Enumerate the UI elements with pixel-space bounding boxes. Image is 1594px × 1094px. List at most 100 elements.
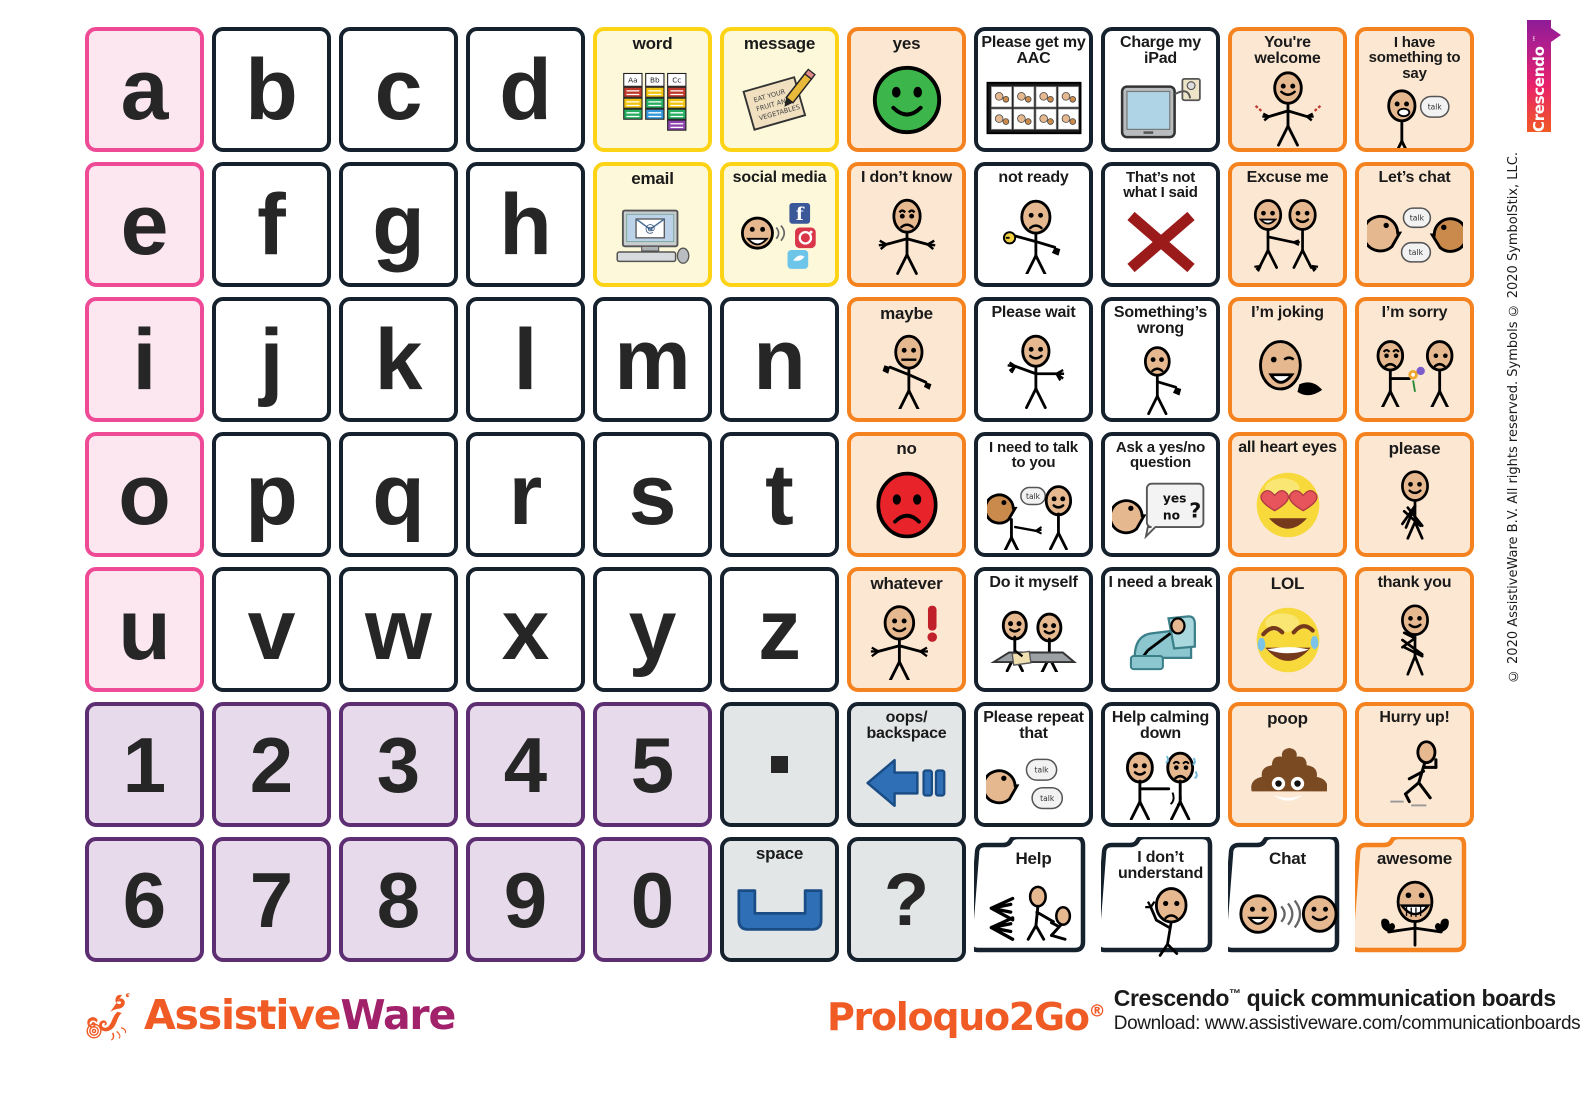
cell-caption: all heart eyes (1238, 439, 1337, 456)
board-cell-red-cross-icon[interactable]: That’s not what I said (1101, 162, 1220, 287)
board-cell-letter-h[interactable]: h (466, 162, 585, 287)
person-thank-you-icon (1359, 591, 1470, 688)
board-cell-letter-o[interactable]: o (85, 432, 204, 557)
board-cell-number-4[interactable]: 4 (466, 702, 585, 827)
board-cell-person-confused-icon[interactable]: I don’t understand (1094, 834, 1220, 962)
board-cell-letter-t[interactable]: t (720, 432, 839, 557)
board-cell-yes-no-question-bubble-icon[interactable]: Ask a yes/no question yes no? (1101, 432, 1220, 557)
board-cell-letter-i[interactable]: i (85, 297, 204, 422)
board-cell-person-two-thumbs-up-icon[interactable]: awesome (1348, 834, 1474, 962)
trademark-mark: ™ (1229, 986, 1241, 1001)
board-cell-letter-l[interactable]: l (466, 297, 585, 422)
board-cell-person-writing-table-icon[interactable]: Do it myself (974, 567, 1093, 692)
board-cell-number-9[interactable]: 9 (466, 837, 585, 962)
board-cell-two-faces-talking-icon[interactable]: Chat (1221, 834, 1347, 962)
board-cell-letter-g[interactable]: g (339, 162, 458, 287)
letter-x: x (501, 581, 550, 678)
board-cell-number-3[interactable]: 3 (339, 702, 458, 827)
board-cell-laughing-tears-emoji-icon[interactable]: LOL (1228, 567, 1347, 692)
board-cell-two-faces-chatting-icon[interactable]: Let’s chat talk talk (1355, 162, 1474, 287)
person-thumb-down-sad-icon (1105, 338, 1216, 418)
board-cell-number-8[interactable]: 8 (339, 837, 458, 962)
board-cell-person-thank-you-icon[interactable]: thank you (1355, 567, 1474, 692)
person-talk-bubble-icon: talk (1359, 81, 1470, 148)
board-cell-person-offering-flower-icon[interactable]: I’m sorry (1355, 297, 1474, 422)
board-cell-person-winking-icon[interactable]: I’m joking (1228, 297, 1347, 422)
board-cell-social-media-icons[interactable]: social media f (720, 162, 839, 287)
board-cell-word-cards-icon[interactable]: word Aa Bb Cc (593, 27, 712, 152)
red-cross-icon (1105, 201, 1216, 283)
board-cell-letter-x[interactable]: x (466, 567, 585, 692)
board-cell-person-running-icon[interactable]: Hurry up! (1355, 702, 1474, 827)
board-cell-letter-j[interactable]: j (212, 297, 331, 422)
board-cell-spacebar-icon[interactable]: space (720, 837, 839, 962)
board-cell-helping-hands-icon[interactable]: Help (967, 834, 1093, 962)
board-cell-person-thumb-down-sad-icon[interactable]: Something’s wrong (1101, 297, 1220, 422)
board-cell-two-people-comforting-icon[interactable]: Help calming down (1101, 702, 1220, 827)
board-cell-computer-envelope-icon[interactable]: email @ (593, 162, 712, 287)
cell-caption: awesome (1376, 849, 1453, 868)
svg-text:yes: yes (1162, 491, 1186, 505)
board-cell-person-unsure-icon[interactable]: I don’t know (847, 162, 966, 287)
board-cell-number-5[interactable]: 5 (593, 702, 712, 827)
board-cell-letter-e[interactable]: e (85, 162, 204, 287)
board-cell-person-in-recliner-icon[interactable]: I need a break (1101, 567, 1220, 692)
board-cell-person-hands-up-icon[interactable]: Please wait (974, 297, 1093, 422)
cell-caption: You're welcome (1254, 34, 1321, 68)
svg-text:Cc: Cc (672, 76, 681, 85)
poop-emoji-icon (1232, 727, 1343, 823)
board-cell-heart-eyes-emoji-icon[interactable]: all heart eyes (1228, 432, 1347, 557)
board-cell-person-thumbs-down-icon[interactable]: not ready (974, 162, 1093, 287)
board-cell-letter-r[interactable]: r (466, 432, 585, 557)
board-cell-number-6[interactable]: 6 (85, 837, 204, 962)
board-cell-two-people-passing-icon[interactable]: Excuse me (1228, 162, 1347, 287)
laughing-tears-emoji-icon (1232, 592, 1343, 688)
board-cell-backspace-arrow-icon[interactable]: oops/ backspace (847, 702, 966, 827)
board-cell-poop-emoji-icon[interactable]: poop (1228, 702, 1347, 827)
proloquo2go-branding: Proloquo2Go® Crescendo™ quick communicat… (827, 985, 1581, 1039)
board-cell-person-talk-bubble-icon[interactable]: I have something to say talk (1355, 27, 1474, 152)
board-cell-period-icon[interactable] (720, 702, 839, 827)
board-cell-letter-n[interactable]: n (720, 297, 839, 422)
board-cell-green-smiley-icon[interactable]: yes (847, 27, 966, 152)
board-cell-letter-d[interactable]: d (466, 27, 585, 152)
letter-i: i (132, 311, 157, 408)
board-cell-number-0[interactable]: 0 (593, 837, 712, 962)
board-cell-letter-m[interactable]: m (593, 297, 712, 422)
board-cell-note-and-pencil-icon[interactable]: message EAT YOUR FRUIT AND VEGETABLES (720, 27, 839, 152)
board-cell-face-talk-bubbles-icon[interactable]: Please repeat that talk talk (974, 702, 1093, 827)
board-cell-letter-w[interactable]: w (339, 567, 458, 692)
board-cell-letter-q[interactable]: q (339, 432, 458, 557)
board-cell-letter-k[interactable]: k (339, 297, 458, 422)
board-cell-person-please-icon[interactable]: please (1355, 432, 1474, 557)
svg-text:talk: talk (1040, 794, 1055, 803)
board-cell-letter-z[interactable]: z (720, 567, 839, 692)
letter-w: w (365, 581, 432, 678)
board-cell-red-sad-face-icon[interactable]: no (847, 432, 966, 557)
letter-a: a (120, 41, 169, 138)
board-cell-number-2[interactable]: 2 (212, 702, 331, 827)
board-cell-person-hand-wobble-icon[interactable]: maybe (847, 297, 966, 422)
board-cell-number-7[interactable]: 7 (212, 837, 331, 962)
board-cell-two-people-talking-icon[interactable]: I need to talk to you talk (974, 432, 1093, 557)
person-unsure-icon (851, 186, 962, 283)
board-cell-person-shrug-welcome-icon[interactable]: You're welcome (1228, 27, 1347, 152)
board-cell-letter-y[interactable]: y (593, 567, 712, 692)
number-5: 5 (630, 720, 675, 809)
board-cell-letter-a[interactable]: a (85, 27, 204, 152)
board-cell-letter-c[interactable]: c (339, 27, 458, 152)
board-cell-letter-s[interactable]: s (593, 432, 712, 557)
board-cell-aac-device-grid-icon[interactable]: Please get my AAC (974, 27, 1093, 152)
board-cell-letter-f[interactable]: f (212, 162, 331, 287)
letter-u: u (118, 581, 171, 678)
board-cell-letter-v[interactable]: v (212, 567, 331, 692)
board-cell-tablet-charging-icon[interactable]: Charge my iPad (1101, 27, 1220, 152)
board-cell-letter-b[interactable]: b (212, 27, 331, 152)
letter-n: n (753, 311, 806, 408)
board-cell-person-exclamation-icon[interactable]: whatever (847, 567, 966, 692)
board-cell-number-1[interactable]: 1 (85, 702, 204, 827)
board-cell-letter-p[interactable]: p (212, 432, 331, 557)
board-cell-letter-u[interactable]: u (85, 567, 204, 692)
person-hands-up-icon (978, 321, 1089, 418)
board-cell-question-mark-icon[interactable]: ? (847, 837, 966, 962)
